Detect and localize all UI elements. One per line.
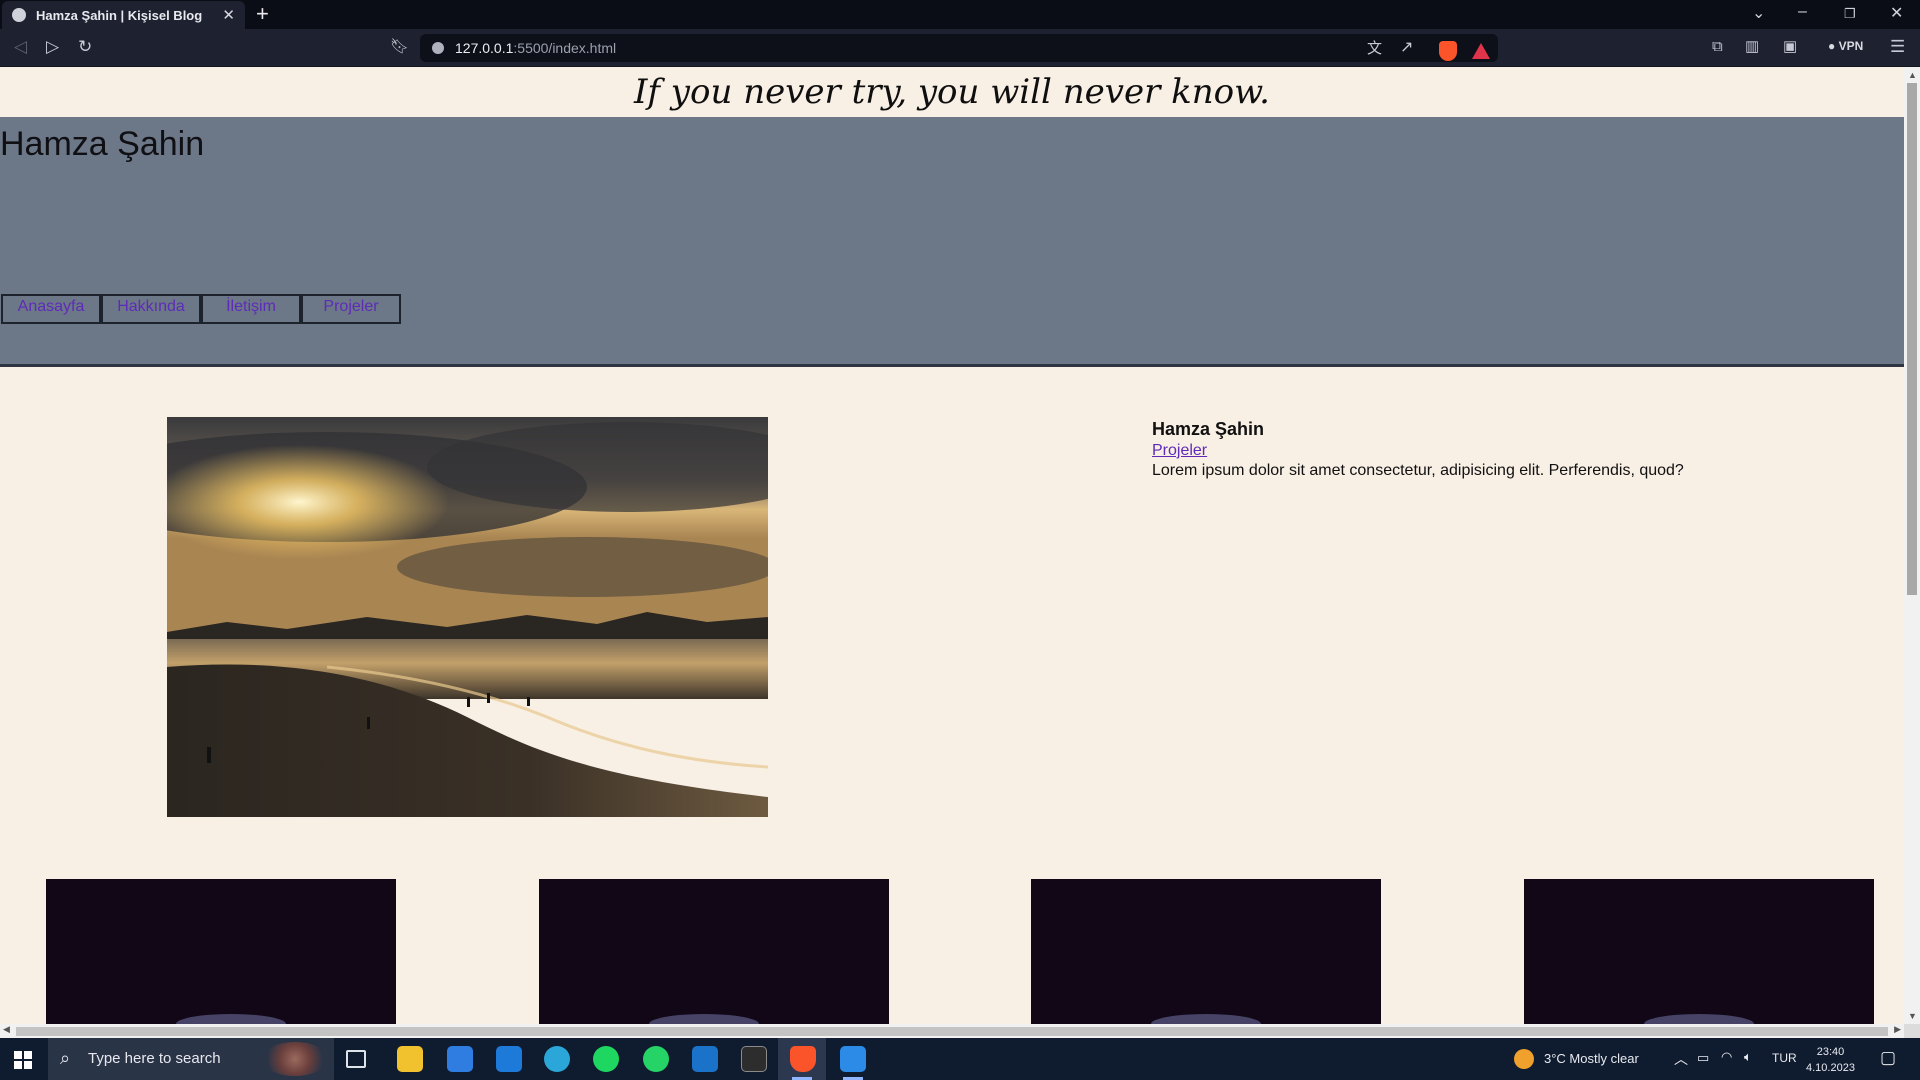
weather-text[interactable]: 3°C Mostly clear: [1544, 1051, 1639, 1066]
close-tab-icon[interactable]: ✕: [222, 6, 235, 24]
terminal-icon[interactable]: [741, 1046, 767, 1072]
restore-button[interactable]: ❐: [1844, 6, 1856, 22]
outlook-icon[interactable]: [692, 1046, 718, 1072]
weather-icon[interactable]: [1514, 1049, 1534, 1069]
mail-icon[interactable]: [496, 1046, 522, 1072]
scroll-right-icon[interactable]: ▶: [1894, 1024, 1901, 1035]
microsoft-store-icon[interactable]: [447, 1046, 473, 1072]
whatsapp-icon[interactable]: [643, 1046, 669, 1072]
brave-rewards-icon[interactable]: [1472, 43, 1490, 59]
about-text: Lorem ipsum dolor sit amet consectetur, …: [1152, 462, 1684, 479]
vscode-icon[interactable]: [840, 1046, 866, 1072]
tab-title: Hamza Şahin | Kişisel Blog: [36, 7, 203, 23]
page-viewport: If you never try, you will never know. H…: [0, 67, 1904, 1024]
nav-item-projeler[interactable]: Projeler: [301, 294, 401, 324]
about-section: Hamza Şahin Projeler Lorem ipsum dolor s…: [1152, 417, 1684, 481]
site-favicon-icon: [12, 8, 26, 22]
back-icon[interactable]: ◁: [14, 37, 27, 57]
scroll-left-icon[interactable]: ◀: [3, 1024, 10, 1035]
about-name: Hamza Şahin: [1152, 419, 1265, 439]
tab-search-chevron-icon[interactable]: ⌄: [1752, 3, 1765, 23]
search-highlight-image: [262, 1042, 328, 1076]
brave-browser-icon[interactable]: [790, 1046, 816, 1072]
projeler-link[interactable]: Projeler: [1152, 441, 1684, 461]
volume-icon[interactable]: 🔈︎: [1744, 1049, 1752, 1065]
meet-now-icon[interactable]: ▭: [1697, 1050, 1709, 1066]
project-card-image: [539, 879, 889, 1024]
bookmark-icon[interactable]: 🔖︎: [390, 37, 409, 57]
scroll-down-icon[interactable]: ▼: [1908, 1011, 1917, 1021]
taskbar-search[interactable]: ⌕ Type here to search: [48, 1038, 334, 1080]
browser-tab[interactable]: Hamza Şahin | Kişisel Blog ✕: [2, 1, 245, 29]
hero-image: [167, 417, 768, 817]
tray-chevron-icon[interactable]: ︿: [1674, 1049, 1688, 1069]
site-title: Hamza Şahin: [0, 125, 205, 163]
close-window-button[interactable]: ✕: [1890, 3, 1903, 23]
task-view-icon[interactable]: [346, 1050, 366, 1068]
forward-icon[interactable]: ▷: [46, 37, 59, 57]
share-icon[interactable]: ↗: [1400, 38, 1413, 58]
vertical-scrollbar[interactable]: ▲ ▼: [1904, 67, 1920, 1024]
project-card-image: [1524, 879, 1874, 1024]
extensions-icon[interactable]: ⧉: [1712, 37, 1723, 57]
site-info-icon[interactable]: [432, 42, 444, 54]
scrollbar-thumb[interactable]: [1907, 83, 1917, 595]
scrollbar-thumb[interactable]: [16, 1027, 1888, 1036]
wifi-icon[interactable]: ◠: [1721, 1049, 1732, 1065]
new-tab-button[interactable]: +: [256, 2, 269, 26]
clock-date: 4.10.2023: [1806, 1062, 1855, 1074]
scroll-up-icon[interactable]: ▲: [1908, 70, 1917, 80]
site-header: Hamza Şahin Anasayfa Hakkında İletişim P…: [0, 117, 1904, 367]
browser-toolbar: ◁ ▷ ↻ 🔖︎ 127.0.0.1:5500/index.html 文 ↗ ⧉…: [0, 29, 1920, 67]
wallet-icon[interactable]: ▣: [1783, 37, 1797, 57]
sidebar-icon[interactable]: ▥: [1745, 37, 1759, 57]
scrollbar-corner: [1904, 1024, 1920, 1038]
brave-shields-icon[interactable]: [1439, 41, 1457, 61]
windows-taskbar: ⌕ Type here to search 3°C Mostly clear ︿…: [0, 1038, 1920, 1080]
reload-icon[interactable]: ↻: [78, 37, 92, 57]
horizontal-scrollbar[interactable]: ◀ ▶: [0, 1024, 1904, 1038]
clock[interactable]: 23:40 4.10.2023: [1806, 1044, 1855, 1076]
address-bar[interactable]: 127.0.0.1:5500/index.html 文 ↗: [420, 34, 1498, 62]
menu-icon[interactable]: ☰: [1890, 37, 1905, 57]
search-placeholder: Type here to search: [88, 1050, 221, 1067]
language-indicator[interactable]: TUR: [1772, 1051, 1797, 1065]
tab-strip: Hamza Şahin | Kişisel Blog ✕ + ⌄ – ❐ ✕: [0, 0, 1920, 29]
translate-icon[interactable]: 文: [1367, 39, 1382, 59]
search-icon: ⌕: [60, 1048, 71, 1068]
notifications-icon[interactable]: ▢: [1880, 1048, 1896, 1068]
spotify-icon[interactable]: [593, 1046, 619, 1072]
main-nav: Anasayfa Hakkında İletişim Projeler: [1, 294, 401, 324]
clock-time: 23:40: [1816, 1046, 1845, 1058]
nav-item-anasayfa[interactable]: Anasayfa: [1, 294, 101, 324]
file-explorer-icon[interactable]: [397, 1046, 423, 1072]
nav-item-iletisim[interactable]: İletişim: [201, 294, 301, 324]
start-button[interactable]: [14, 1051, 32, 1069]
nav-item-hakkinda[interactable]: Hakkında: [101, 294, 201, 324]
edge-icon[interactable]: [544, 1046, 570, 1072]
project-card-image: [46, 879, 396, 1024]
vpn-button[interactable]: ● VPN: [1828, 39, 1863, 53]
url-text[interactable]: 127.0.0.1:5500/index.html: [455, 40, 616, 56]
minimize-button[interactable]: –: [1798, 3, 1807, 21]
page-quote: If you never try, you will never know.: [633, 72, 1270, 112]
project-card-image: [1031, 879, 1381, 1024]
